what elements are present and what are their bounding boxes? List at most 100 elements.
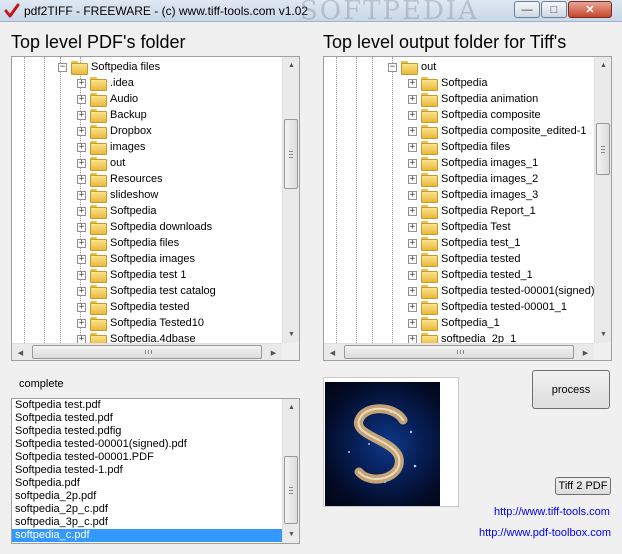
scroll-thumb[interactable]: [344, 345, 574, 359]
expand-icon[interactable]: +: [408, 334, 417, 343]
tree-item[interactable]: − out: [388, 59, 436, 75]
expand-icon[interactable]: +: [408, 270, 417, 280]
tree-item[interactable]: + Audio: [77, 91, 138, 107]
tiff-2-pdf-button[interactable]: Tiff 2 PDF: [555, 477, 611, 495]
vertical-scrollbar[interactable]: ▲ ▼: [282, 57, 299, 343]
expand-icon[interactable]: +: [408, 94, 417, 104]
tree-item[interactable]: + slideshow: [77, 187, 158, 203]
expand-icon[interactable]: +: [408, 318, 417, 328]
expand-icon[interactable]: +: [77, 142, 86, 152]
scroll-thumb[interactable]: [284, 456, 298, 524]
tree-item[interactable]: + Softpedia: [408, 75, 487, 91]
tree-item[interactable]: + Softpedia tested: [408, 251, 521, 267]
tree-item[interactable]: + Softpedia composite_edited-1: [408, 123, 587, 139]
tree-item[interactable]: + Softpedia files: [77, 235, 179, 251]
output-folder-tree[interactable]: − out + Softpedia + Softpedia animation + Softp…: [323, 56, 612, 361]
process-button[interactable]: process: [532, 370, 610, 409]
tree-item[interactable]: + Softpedia composite: [408, 107, 541, 123]
scroll-right-arrow-icon[interactable]: ▶: [265, 344, 282, 360]
tree-item[interactable]: + Softpedia: [77, 203, 156, 219]
expand-icon[interactable]: +: [408, 158, 417, 168]
tree-item[interactable]: + Softpedia tested_1: [408, 267, 533, 283]
file-list-item[interactable]: softpedia_2p.pdf: [12, 490, 282, 503]
expand-icon[interactable]: +: [408, 110, 417, 120]
scroll-up-arrow-icon[interactable]: ▲: [595, 57, 611, 74]
file-list-item[interactable]: Softpedia tested-00001(signed).pdf: [12, 438, 282, 451]
tree-item[interactable]: + Softpedia tested-00001_1: [408, 299, 567, 315]
expand-icon[interactable]: +: [408, 174, 417, 184]
tree-item[interactable]: − Softpedia files: [58, 59, 160, 75]
tree-item[interactable]: + Softpedia.4dbase: [77, 331, 196, 343]
file-list-item[interactable]: Softpedia test.pdf: [12, 399, 282, 412]
tree-item[interactable]: + Softpedia test catalog: [77, 283, 216, 299]
tree-item[interactable]: + Softpedia images: [77, 251, 195, 267]
file-list-item[interactable]: softpedia_2p_c.pdf: [12, 503, 282, 516]
expand-icon[interactable]: +: [77, 222, 86, 232]
tree-item[interactable]: + Softpedia images_2: [408, 171, 538, 187]
expand-icon[interactable]: +: [77, 126, 86, 136]
file-list-item[interactable]: Softpedia tested.pdf: [12, 412, 282, 425]
tree-item[interactable]: + softpedia_2p_1: [408, 331, 516, 343]
tree-item[interactable]: + Softpedia Report_1: [408, 203, 536, 219]
tree-item[interactable]: + Softpedia tested: [77, 299, 190, 315]
vertical-scrollbar[interactable]: ▲ ▼: [282, 399, 299, 543]
file-list-item[interactable]: Softpedia tested.pdfig: [12, 425, 282, 438]
tiff-tools-link[interactable]: http://www.tiff-tools.com: [494, 506, 610, 518]
pdf-file-list[interactable]: Softpedia test.pdf Softpedia tested.pdf So…: [11, 398, 300, 544]
tree-item[interactable]: + Softpedia test_1: [408, 235, 521, 251]
expand-icon[interactable]: +: [77, 174, 86, 184]
expand-icon[interactable]: +: [408, 302, 417, 312]
expand-icon[interactable]: +: [77, 254, 86, 264]
expand-icon[interactable]: +: [77, 286, 86, 296]
expand-icon[interactable]: +: [77, 206, 86, 216]
scroll-up-arrow-icon[interactable]: ▲: [283, 399, 299, 416]
tree-item[interactable]: + Backup: [77, 107, 147, 123]
file-list-item[interactable]: softpedia_3p_c.pdf: [12, 516, 282, 529]
scroll-right-arrow-icon[interactable]: ▶: [577, 344, 594, 360]
expand-icon[interactable]: +: [77, 190, 86, 200]
expand-icon[interactable]: +: [77, 78, 86, 88]
collapse-icon[interactable]: −: [388, 62, 397, 72]
tree-item[interactable]: + Softpedia_1: [408, 315, 500, 331]
expand-icon[interactable]: +: [408, 238, 417, 248]
expand-icon[interactable]: +: [77, 302, 86, 312]
horizontal-scrollbar[interactable]: ◀ ▶: [324, 343, 594, 360]
tree-item[interactable]: + out: [77, 155, 125, 171]
scroll-thumb[interactable]: [32, 345, 262, 359]
expand-icon[interactable]: +: [77, 94, 86, 104]
pdf-folder-tree[interactable]: − Softpedia files + .idea + Audio + Backup + Drop…: [11, 56, 300, 361]
scroll-left-arrow-icon[interactable]: ◀: [12, 344, 29, 360]
expand-icon[interactable]: +: [408, 206, 417, 216]
close-button[interactable]: ✕: [568, 1, 612, 18]
tree-item[interactable]: + Softpedia Tested10: [77, 315, 204, 331]
expand-icon[interactable]: +: [77, 110, 86, 120]
tree-item[interactable]: + Softpedia files: [408, 139, 510, 155]
file-list-item[interactable]: softpedia_c.pdf: [12, 529, 282, 542]
maximize-button[interactable]: □: [541, 1, 567, 18]
scroll-left-arrow-icon[interactable]: ◀: [324, 344, 341, 360]
scroll-thumb[interactable]: [596, 123, 610, 175]
scroll-down-arrow-icon[interactable]: ▼: [595, 326, 611, 343]
pdf-toolbox-link[interactable]: http://www.pdf-toolbox.com: [479, 527, 611, 539]
scroll-down-arrow-icon[interactable]: ▼: [283, 526, 299, 543]
scroll-up-arrow-icon[interactable]: ▲: [283, 57, 299, 74]
expand-icon[interactable]: +: [408, 254, 417, 264]
tree-item[interactable]: + Softpedia Test: [408, 219, 511, 235]
expand-icon[interactable]: +: [408, 126, 417, 136]
expand-icon[interactable]: +: [408, 222, 417, 232]
expand-icon[interactable]: +: [77, 158, 86, 168]
tree-item[interactable]: + Resources: [77, 171, 163, 187]
tree-item[interactable]: + Softpedia images_1: [408, 155, 538, 171]
horizontal-scrollbar[interactable]: ◀ ▶: [12, 343, 282, 360]
tree-item[interactable]: + images: [77, 139, 145, 155]
scroll-thumb[interactable]: [284, 119, 298, 189]
expand-icon[interactable]: +: [77, 270, 86, 280]
tree-item[interactable]: + Softpedia images_3: [408, 187, 538, 203]
vertical-scrollbar[interactable]: ▲ ▼: [594, 57, 611, 343]
tree-item[interactable]: + Softpedia test 1: [77, 267, 186, 283]
expand-icon[interactable]: +: [77, 238, 86, 248]
expand-icon[interactable]: +: [408, 286, 417, 296]
tree-item[interactable]: + Softpedia downloads: [77, 219, 212, 235]
tree-item[interactable]: + .idea: [77, 75, 134, 91]
tree-item[interactable]: + Dropbox: [77, 123, 152, 139]
